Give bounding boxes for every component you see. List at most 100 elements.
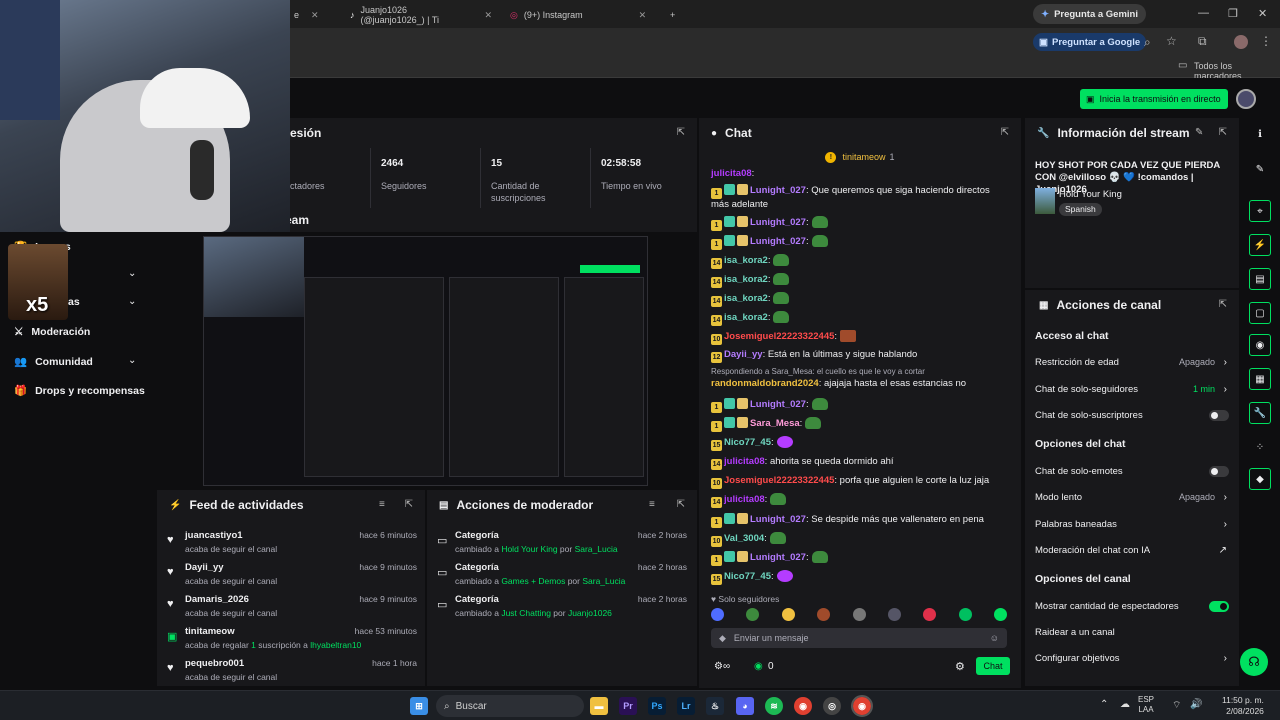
chrome-active-icon[interactable]: ◉ <box>851 695 873 717</box>
zoom-icon[interactable]: ⌕ <box>1144 35 1151 50</box>
minimize-icon[interactable]: — <box>1198 7 1209 19</box>
chat-username[interactable]: Lunight_027 <box>750 514 806 525</box>
chat-username[interactable]: Nico77_45 <box>724 571 771 582</box>
channel-option-row[interactable]: Raidear a un canal <box>1035 624 1229 640</box>
chat-send-button[interactable]: Chat <box>976 657 1010 675</box>
chevron-down-icon[interactable]: ⌄ <box>128 355 136 366</box>
mod-target[interactable]: Just Chatting <box>501 608 551 618</box>
channel-option-row[interactable]: Chat de solo-emotes <box>1035 463 1229 479</box>
chat-username[interactable]: Josemiguel22223322445 <box>724 331 834 342</box>
toggle-switch[interactable] <box>1209 600 1229 612</box>
feed-username[interactable]: Damaris_2026 <box>185 594 249 605</box>
chevron-down-icon[interactable]: ⌄ <box>128 268 136 279</box>
popout-icon[interactable]: ⇱ <box>1219 127 1227 138</box>
steam-icon[interactable]: ♨ <box>706 697 724 715</box>
tab-tiktok[interactable]: ♪ Juanjo1026 (@juanjo1026_) | Ti ✕ <box>342 4 500 26</box>
chat-input[interactable]: ◆ Enviar un mensaje ☺ <box>711 628 1007 648</box>
obs-icon[interactable]: ◎ <box>823 697 841 715</box>
nav-moderacion[interactable]: ⚔ Moderación <box>14 326 90 338</box>
avatar[interactable] <box>887 608 901 621</box>
popout-icon[interactable]: ⇱ <box>677 499 685 510</box>
tab-twitch[interactable]: e ✕ <box>286 4 327 26</box>
chat-icon[interactable]: ▢ <box>1249 302 1271 324</box>
clapper-icon[interactable]: ▦ <box>1249 368 1271 390</box>
emote-icon[interactable] <box>811 398 828 410</box>
chat-username[interactable]: Dayii_yy <box>724 349 763 360</box>
emote-icon[interactable] <box>811 235 828 247</box>
profile-avatar[interactable] <box>1234 35 1248 49</box>
close-tab-icon[interactable]: ✕ <box>311 10 319 21</box>
feed-username[interactable]: Dayii_yy <box>185 562 224 573</box>
onedrive-icon[interactable]: ☁ <box>1120 699 1130 710</box>
language-tag[interactable]: Spanish <box>1059 203 1102 216</box>
pinned-gifter[interactable]: ! tinitameow 1 <box>699 148 1021 166</box>
discord-icon[interactable]: ◕ <box>736 697 754 715</box>
feed-username[interactable]: tinitameow <box>185 626 235 637</box>
mod-target[interactable]: Games + Demos <box>501 576 565 586</box>
mod-user[interactable]: Sara_Lucia <box>575 544 618 554</box>
channel-option-row[interactable]: Chat de solo-suscriptores <box>1035 407 1229 423</box>
avatar[interactable] <box>958 608 972 621</box>
channel-option-row[interactable]: Modo lento Apagado › <box>1035 489 1229 505</box>
channel-option-row[interactable]: Moderación del chat con IA ↗ <box>1035 542 1229 558</box>
close-window-icon[interactable]: ✕ <box>1258 7 1267 20</box>
emote-icon[interactable] <box>805 417 822 429</box>
chat-username[interactable]: Lunight_027 <box>750 552 806 563</box>
emote-icon[interactable] <box>840 330 857 342</box>
chat-username[interactable]: Lunight_027 <box>750 185 806 196</box>
game-name[interactable]: Hold Your King <box>1059 189 1122 200</box>
tab-instagram[interactable]: ◎ (9+) Instagram ✕ <box>502 4 662 26</box>
chat-username[interactable]: isa_kora2 <box>724 312 768 323</box>
chat-username[interactable]: Nico77_45 <box>724 437 771 448</box>
avatar[interactable] <box>923 608 937 621</box>
photoshop-icon[interactable]: Ps <box>648 697 666 715</box>
chat-username[interactable]: randonmaldobrand2024 <box>711 378 819 389</box>
chat-username[interactable]: isa_kora2 <box>724 293 768 304</box>
emote-icon[interactable] <box>769 532 786 544</box>
go-live-button[interactable]: ▣ Inicia la transmisión en directo <box>1080 89 1228 109</box>
windows-start-icon[interactable]: ⊞ <box>410 697 428 715</box>
chevron-down-icon[interactable]: ⌄ <box>128 296 136 307</box>
clipboard-icon[interactable]: ▤ <box>1249 268 1271 290</box>
focus-icon[interactable]: ⌖ <box>1249 200 1271 222</box>
emote-icon[interactable] <box>773 292 790 304</box>
game-box-art[interactable] <box>1035 188 1055 214</box>
avatar[interactable] <box>711 608 724 621</box>
feed-target[interactable]: lhyabeltran10 <box>310 640 361 650</box>
bolt-icon[interactable]: ⚡ <box>1249 234 1271 256</box>
avatar[interactable] <box>781 608 795 621</box>
channel-option-row[interactable]: Chat de solo-seguidores 1 min › <box>1035 381 1229 397</box>
apps-icon[interactable]: ⁘ <box>1249 436 1271 458</box>
language-indicator[interactable]: ESP LAA <box>1138 695 1154 715</box>
popout-icon[interactable]: ⇱ <box>405 499 413 510</box>
chat-settings-icon[interactable]: ⚙ <box>955 660 965 673</box>
ask-google-button[interactable]: ▣ Preguntar a Google <box>1033 33 1147 51</box>
chat-username[interactable]: julicita08 <box>711 168 752 179</box>
shield-icon[interactable]: ◆ <box>1249 468 1271 490</box>
mod-user[interactable]: Juanjo1026 <box>568 608 612 618</box>
popout-icon[interactable]: ⇱ <box>1001 127 1009 138</box>
chat-username[interactable]: Val_3004 <box>724 533 764 544</box>
gemini-button[interactable]: ✦ Pregunta a Gemini <box>1033 4 1146 24</box>
clock[interactable]: 11:50 p. m. 2/08/2026 <box>1222 695 1264 717</box>
extensions-icon[interactable]: ⧉ <box>1198 34 1207 49</box>
avatar[interactable] <box>817 608 831 621</box>
help-headset-button[interactable]: ☊ <box>1240 648 1268 676</box>
mod-user[interactable]: Sara_Lucia <box>582 576 625 586</box>
emote-icon[interactable] <box>776 570 793 582</box>
mod-target[interactable]: Hold Your King <box>501 544 557 554</box>
feed-username[interactable]: juancastiyo1 <box>185 530 243 541</box>
new-tab-button[interactable]: + <box>662 4 683 26</box>
close-tab-icon[interactable]: ✕ <box>639 10 647 21</box>
emote-icon[interactable] <box>770 493 787 505</box>
bookmark-star-icon[interactable]: ☆ <box>1166 34 1177 48</box>
restore-icon[interactable]: ❐ <box>1228 7 1238 20</box>
tools-icon[interactable]: ⚙∞ <box>714 661 730 672</box>
feed-username[interactable]: pequebro001 <box>185 658 244 669</box>
toggle-switch[interactable] <box>1209 409 1229 421</box>
chat-username[interactable]: Josemiguel22223322445 <box>724 475 834 486</box>
emote-icon[interactable] <box>811 551 828 563</box>
user-avatar[interactable] <box>1236 89 1256 109</box>
emote-icon[interactable] <box>773 254 790 266</box>
popout-icon[interactable]: ⇱ <box>1219 299 1227 310</box>
